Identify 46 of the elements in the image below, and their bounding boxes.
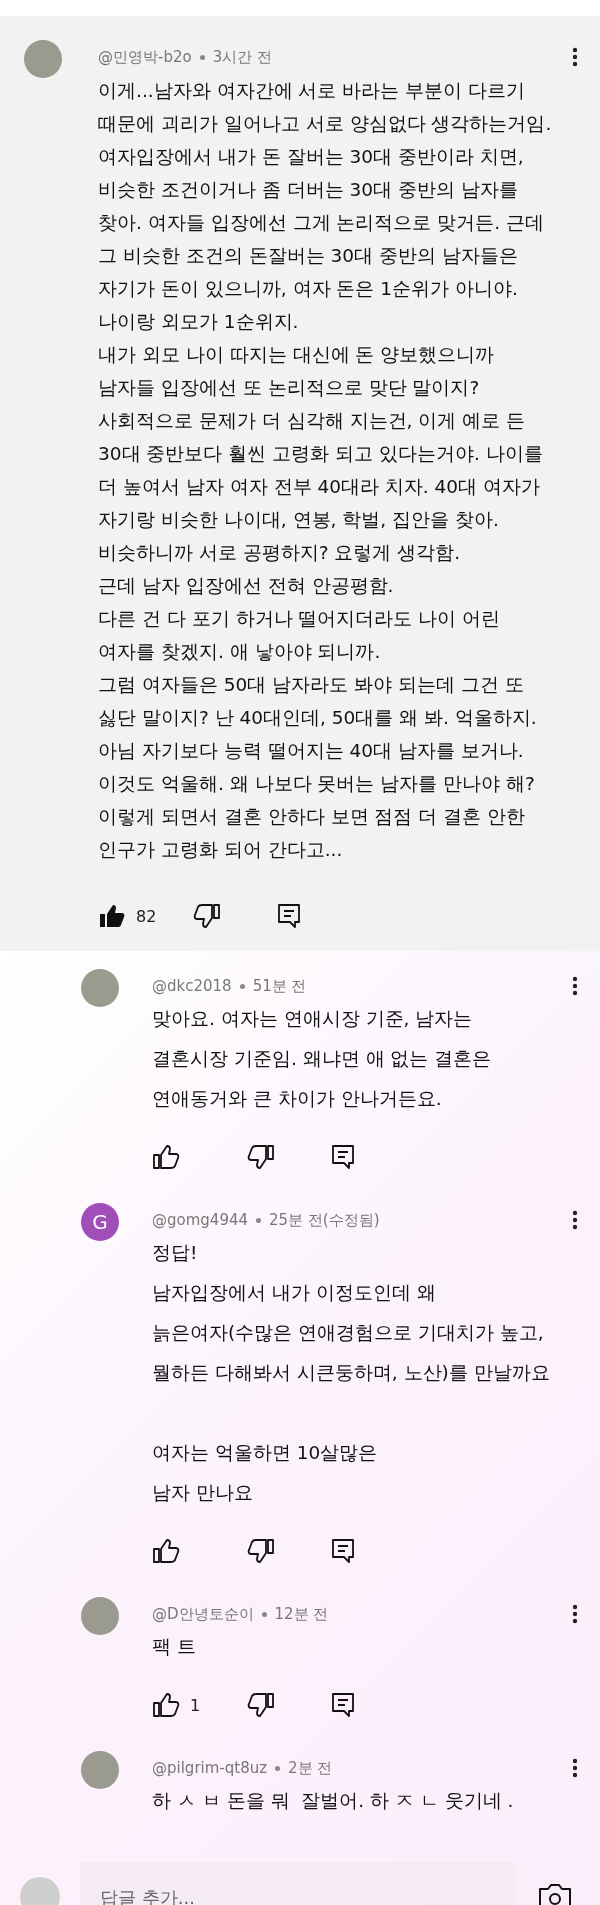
- comment-text: 정답! 남자입장에서 내가 이정도인데 왜 늙은여자(수많은 연애경험으로 기대치가 높고, 뭘하든 다해봐서 시큰둥하며, 노산)를 만날까요 여자는 억울하면 10살많은 남자 만나요: [152, 1241, 551, 1505]
- avatar-photo-placeholder: [20, 1877, 60, 1905]
- dislike-icon[interactable]: [247, 1692, 275, 1718]
- dislike-icon[interactable]: [247, 1538, 275, 1564]
- separator-dot-icon: [261, 1611, 267, 1617]
- more-options-icon[interactable]: [572, 1604, 578, 1624]
- avatar-photo-placeholder: [24, 40, 62, 78]
- more-options-icon[interactable]: [572, 1210, 578, 1230]
- separator-dot-icon: [239, 983, 245, 989]
- avatar: G: [81, 1203, 119, 1241]
- comment-text: 하 ㅅ ㅂ 돈을 뭐 잘벌어. 하 ㅈ ㄴ 웃기네 .: [152, 1789, 515, 1813]
- like-icon[interactable]: [152, 1538, 180, 1564]
- separator-dot-icon: [256, 1217, 261, 1223]
- reply-icon[interactable]: [331, 1692, 355, 1718]
- more-options-icon[interactable]: [572, 1758, 578, 1778]
- more-options-icon[interactable]: [572, 976, 578, 996]
- separator-dot-icon: [199, 54, 205, 60]
- avatar-photo-placeholder: [81, 1597, 119, 1635]
- comment-time: 12분 전: [274, 1604, 329, 1624]
- separator-dot-icon: [275, 1765, 281, 1771]
- avatar-photo-placeholder: [81, 1751, 119, 1789]
- comment-time: 25분 전(수정됨): [269, 1210, 380, 1230]
- dislike-icon[interactable]: [247, 1144, 275, 1170]
- comment-time: 3시간 전: [212, 47, 272, 67]
- like-icon[interactable]: [152, 1144, 180, 1170]
- comment-author: @D안녕토순이: [152, 1604, 254, 1624]
- comment-text: 이게...남자와 여자간에 서로 바라는 부분이 다르기 때문에 괴리가 일어나고 서로 양심없다 생각하는거임. 여자입장에서 내가 돈 잘버는 30대 중반이라 치면, 비슷한 조건이거나 좀 더버는 30대 중반의 남자를 찾아. 여자들 입장에선 그게 논리적으로 맞거든. 근데 그 비슷한 조건의 돈잘버는 30대 중반의 남자들은 자기가 돈이 있으니까, 여자 돈은 1순위가 아니야. 나이랑 외모가 1순위지. 내가 외모 나이 따지는 대신에 돈 양보했으니까 남자들 입장에선 또 논리적으로 맞단 말이지? 사회적으로 문제가 더 심각해 지는건, 이게 예로 든 30대 중반보다 훨씬 고령화 되고 있다는거야. 나이를 더 높여서 남자 여자 전부 40대라 치자. 40대 여자가 자기랑 비슷한 나이대, 연봉, 학벌, 집안을 찾아. 비슷하니까 서로 공평하지? 요렇게 생각함. 근데 남자 입장에선 전혀 안공평함. 다른 건 다 포기 하거나 떨어지더라도 나이 어린 여자를 찾겠지. 애 낳아야 되니까. 그럼 여자들은 50대 남자라도 봐야 되는데 그건 또 싫단 말이지? 난 40대인데, 50대를 왜 봐. 억울하지. 아님 자기보다 능력 떨어지는 40대 남자를 보거나. 이것도 억울해. 왜 나보다 못버는 남자를 만나야 해? 이렇게 되면서 결혼 안하다 보면 점점 더 결혼 안한 인구가 고령화 되어 간다고...: [98, 79, 553, 862]
- more-options-icon[interactable]: [572, 47, 578, 67]
- reply-icon[interactable]: [331, 1144, 355, 1170]
- like-icon[interactable]: [98, 903, 126, 929]
- like-count: 1: [190, 1695, 201, 1715]
- reply-icon[interactable]: [331, 1538, 355, 1564]
- like-count: 82: [136, 906, 157, 926]
- dislike-icon[interactable]: [193, 903, 221, 929]
- comment-text: 맞아요. 여자는 연애시장 기준, 남자는 결혼시장 기준임. 왜냐면 애 없는 결혼은 연애동거와 큰 차이가 안나거든요.: [152, 1007, 493, 1111]
- comment-author: @민영박-b2o: [98, 47, 192, 67]
- reply-icon[interactable]: [277, 903, 301, 929]
- like-icon[interactable]: [152, 1692, 180, 1718]
- camera-icon[interactable]: [538, 1883, 572, 1905]
- comment-text: 팩 트: [152, 1635, 197, 1659]
- comment-author: @dkc2018: [152, 977, 232, 995]
- comment-time: 51분 전: [252, 976, 307, 996]
- comment-author: @gomg4944: [152, 1211, 248, 1229]
- comment-time: 2분 전: [288, 1758, 333, 1778]
- avatar-photo-placeholder: [81, 969, 119, 1007]
- comment-author: @pilgrim-qt8uz: [152, 1759, 268, 1777]
